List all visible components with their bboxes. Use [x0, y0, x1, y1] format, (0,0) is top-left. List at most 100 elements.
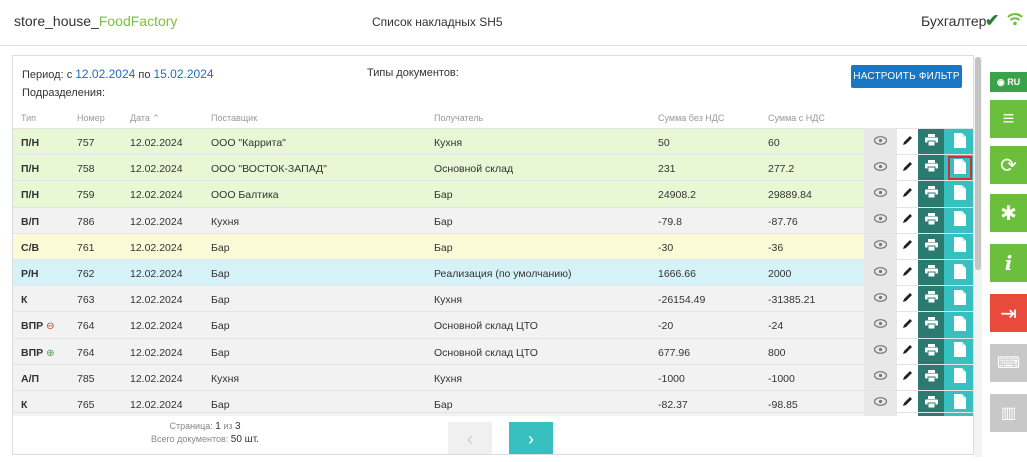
barcode-icon: ▥ — [1000, 405, 1017, 422]
exit-icon: ⇥ — [1000, 302, 1017, 325]
cell-supplier: Бар — [211, 346, 230, 359]
edit-button[interactable] — [897, 181, 918, 207]
print-button[interactable] — [918, 207, 944, 233]
print-button[interactable] — [918, 312, 944, 338]
cell-receiver: Бар — [434, 215, 453, 228]
table-row[interactable]: ВПР ⊖ 764 12.02.2024 Бар Основной склад ЦТО -… — [13, 311, 973, 338]
language-button[interactable]: ◉ RU — [990, 72, 1027, 92]
edit-button[interactable] — [897, 207, 918, 233]
cell-receiver: Кухня — [434, 137, 463, 149]
date-to[interactable]: 15.02.2024 — [154, 67, 214, 81]
view-button[interactable] — [864, 259, 897, 286]
edit-button[interactable] — [897, 286, 918, 312]
barcode-button[interactable]: ▥ — [990, 394, 1027, 432]
document-button[interactable] — [944, 233, 973, 259]
settings-button[interactable]: ✱ — [990, 194, 1027, 232]
document-button[interactable] — [944, 129, 973, 155]
view-button[interactable] — [864, 207, 897, 233]
sync-button[interactable]: ⟳ — [990, 146, 1027, 184]
document-button[interactable] — [944, 181, 973, 207]
row-actions — [864, 181, 973, 207]
edit-button[interactable] — [897, 338, 918, 364]
view-button[interactable] — [864, 233, 897, 259]
view-button[interactable] — [864, 129, 897, 155]
table-row[interactable]: С/В 761 12.02.2024 Бар Бар -30 -36 — [13, 232, 973, 259]
view-button[interactable] — [864, 364, 897, 390]
scroll-thumb[interactable] — [975, 57, 981, 270]
wifi-icon — [1007, 12, 1023, 31]
user-name[interactable]: Бухгалтер — [921, 13, 986, 29]
exit-button[interactable]: ⇥ — [990, 294, 1027, 332]
col-sum-vat[interactable]: Сумма с НДС — [768, 113, 825, 123]
print-button[interactable] — [918, 364, 944, 390]
col-supplier[interactable]: Поставщик — [211, 113, 257, 123]
edit-button[interactable] — [897, 364, 918, 390]
cell-sum-no-vat: 50 — [658, 137, 670, 149]
cell-type: В/П — [21, 215, 40, 228]
page-title: Список накладных SH5 — [372, 15, 503, 29]
print-button[interactable] — [918, 233, 944, 259]
cell-number: 764 — [77, 320, 95, 333]
period-label: Период: с 12.02.2024 по 15.02.2024 — [22, 67, 214, 81]
configure-filter-button[interactable]: НАСТРОИТЬ ФИЛЬТР — [851, 65, 962, 88]
keyboard-button[interactable]: ⌨ — [990, 344, 1027, 382]
sync-icon: ⟳ — [1000, 154, 1017, 177]
cell-type: Р/Н — [21, 267, 39, 280]
file-icon — [953, 237, 966, 255]
edit-button[interactable] — [897, 129, 918, 155]
print-button[interactable] — [918, 259, 944, 286]
table-row[interactable]: П/Н 757 12.02.2024 ООО "Каррита" Кухня 50 60 — [13, 128, 973, 155]
cell-receiver: Кухня — [434, 294, 463, 307]
edit-button[interactable] — [897, 259, 918, 286]
menu-button[interactable]: ≡ — [990, 100, 1027, 138]
col-receiver[interactable]: Получатель — [434, 113, 483, 123]
document-button[interactable] — [944, 338, 973, 364]
document-button[interactable] — [944, 312, 973, 338]
view-button[interactable] — [864, 155, 897, 181]
col-number[interactable]: Номер — [77, 113, 105, 123]
col-date[interactable]: Дата ⌃ — [130, 113, 160, 124]
document-button[interactable] — [944, 259, 973, 286]
table-row[interactable]: Р/Н 762 12.02.2024 Бар Реализация (по умолча… — [13, 258, 973, 286]
edit-button[interactable] — [897, 233, 918, 259]
edit-button[interactable] — [897, 312, 918, 338]
prev-page-button[interactable]: ‹ — [448, 422, 492, 454]
view-button[interactable] — [864, 312, 897, 338]
document-button[interactable] — [944, 286, 973, 312]
print-button[interactable] — [918, 286, 944, 312]
print-button[interactable] — [918, 338, 944, 364]
scrollbar[interactable] — [974, 57, 982, 457]
table-row[interactable]: А/П 785 12.02.2024 Кухня Кухня -1000 -1000 — [13, 363, 973, 390]
col-sum-no-vat[interactable]: Сумма без НДС — [658, 113, 724, 123]
col-type[interactable]: Тип — [21, 113, 36, 123]
print-icon — [924, 369, 938, 385]
cell-type: ВПР ⊕ — [21, 346, 55, 359]
pencil-icon — [902, 292, 913, 306]
document-button[interactable] — [944, 207, 973, 233]
document-button[interactable] — [944, 364, 973, 390]
next-page-button[interactable]: › — [509, 422, 553, 454]
cell-date: 12.02.2024 — [130, 215, 183, 228]
info-button[interactable]: i — [990, 244, 1027, 282]
view-button[interactable] — [864, 338, 897, 364]
table-row[interactable]: К 763 12.02.2024 Бар Кухня -26154.49 -31385.21 — [13, 285, 973, 312]
menu-icon: ≡ — [1002, 107, 1015, 130]
cell-number: 763 — [77, 294, 95, 307]
print-button[interactable] — [918, 129, 944, 155]
cell-receiver: Основной склад ЦТО — [434, 320, 538, 333]
app-name: store_house_ — [14, 13, 99, 29]
table-row[interactable]: П/Н 759 12.02.2024 ООО Балтика Бар 24908.2 298… — [13, 180, 973, 207]
divisions-label: Подразделения: — [22, 87, 106, 99]
table-row[interactable]: В/П 786 12.02.2024 Кухня Бар -79.8 -87.76 — [13, 206, 973, 233]
print-button[interactable] — [918, 181, 944, 207]
edit-button[interactable] — [897, 155, 918, 181]
view-button[interactable] — [864, 181, 897, 207]
cell-supplier: Бар — [211, 320, 230, 333]
print-button[interactable] — [918, 155, 944, 181]
view-button[interactable] — [864, 286, 897, 312]
table-row[interactable]: П/Н 758 12.02.2024 ООО "ВОСТОК-ЗАПАД" Основн… — [13, 154, 973, 181]
row-actions — [864, 129, 973, 155]
file-icon — [953, 368, 966, 386]
table-row[interactable]: ВПР ⊕ 764 12.02.2024 Бар Основной склад ЦТО 6… — [13, 337, 973, 364]
date-from[interactable]: 12.02.2024 — [75, 67, 135, 81]
